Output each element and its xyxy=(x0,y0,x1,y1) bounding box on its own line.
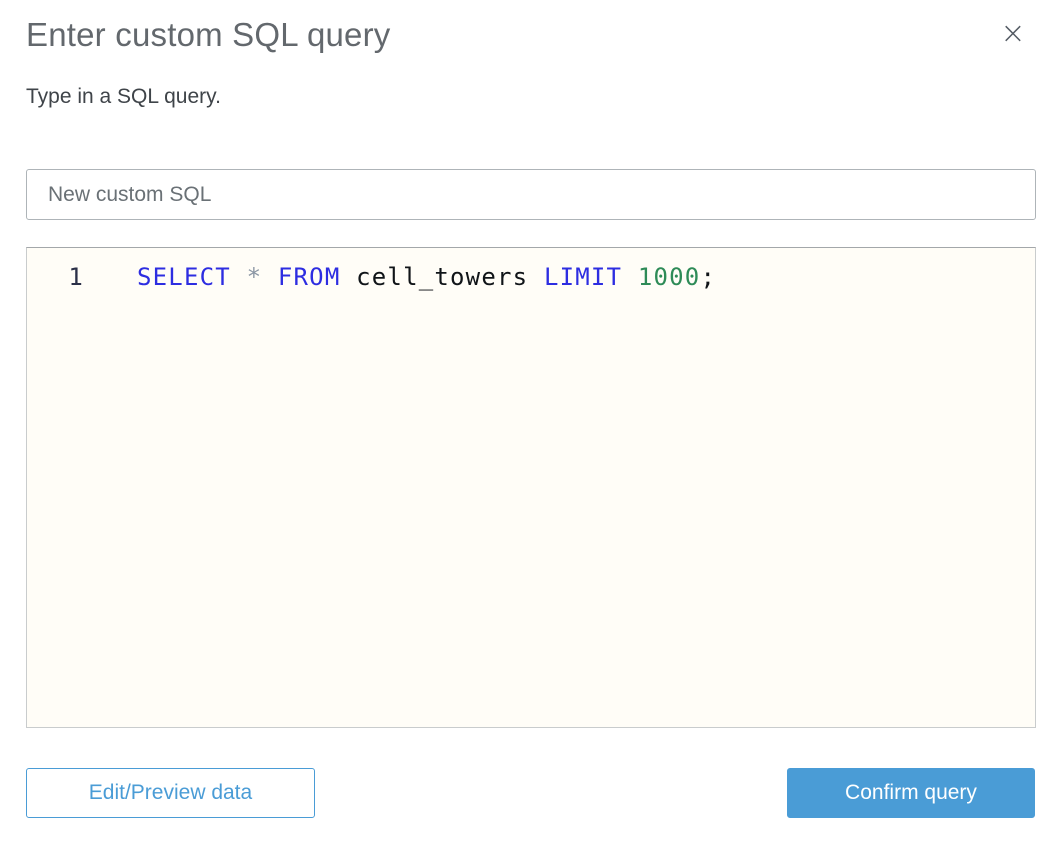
sql-token-number: 1000 xyxy=(637,263,701,291)
line-number: 1 xyxy=(68,263,84,291)
sql-token-keyword: LIMIT xyxy=(543,263,623,291)
edit-preview-data-button[interactable]: Edit/Preview data xyxy=(26,768,315,818)
code-line[interactable]: 1 SELECT * FROM cell_towers LIMIT 1000; xyxy=(27,263,1035,292)
custom-sql-dialog: Enter custom SQL query × Type in a SQL q… xyxy=(0,0,1061,845)
sql-editor[interactable]: 1 SELECT * FROM cell_towers LIMIT 1000; xyxy=(26,247,1036,728)
dialog-subtitle: Type in a SQL query. xyxy=(26,85,221,108)
close-button[interactable]: × xyxy=(995,16,1031,52)
confirm-query-button[interactable]: Confirm query xyxy=(787,768,1035,818)
sql-token-plain xyxy=(262,263,278,291)
sql-token-plain xyxy=(622,263,638,291)
dialog-footer: Edit/Preview data Confirm query xyxy=(26,768,1035,818)
sql-token-keyword: SELECT xyxy=(137,263,231,291)
sql-token-operator: * xyxy=(246,263,263,291)
sql-token-plain xyxy=(231,263,247,291)
sql-code-text: SELECT * FROM cell_towers LIMIT 1000; xyxy=(137,263,716,292)
sql-token-keyword: FROM xyxy=(277,263,341,291)
code-lines: 1 SELECT * FROM cell_towers LIMIT 1000; xyxy=(27,263,1035,292)
sql-token-plain: ; xyxy=(700,263,717,291)
dialog-title: Enter custom SQL query xyxy=(26,16,391,53)
custom-sql-name-input[interactable] xyxy=(26,169,1036,220)
sql-token-plain: cell_towers xyxy=(340,263,544,291)
close-icon: × xyxy=(1000,16,1026,51)
